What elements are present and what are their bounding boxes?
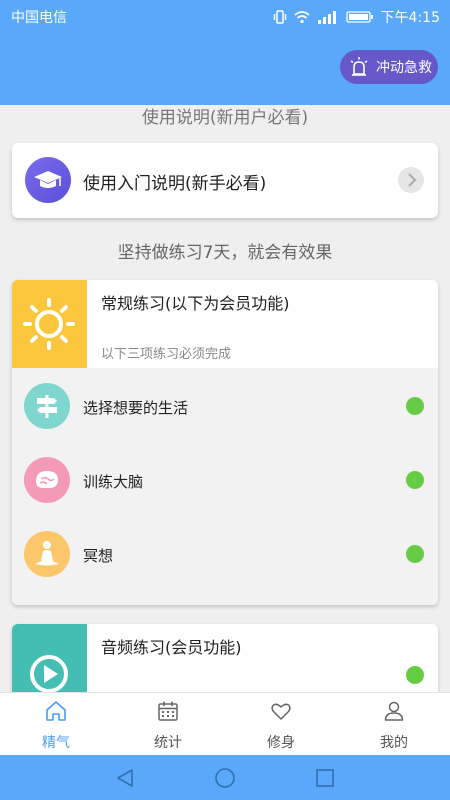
status-icons: 下午4:15 — [273, 7, 440, 27]
completed-indicator — [406, 666, 424, 684]
practice-title: 常规练习(以下为会员功能) — [101, 294, 290, 313]
tab-label: 统计 — [154, 735, 182, 751]
battery-icon — [345, 11, 373, 23]
practice-item-label: 训练大脑 — [83, 473, 144, 491]
play-icon — [12, 624, 87, 692]
completed-indicator — [406, 545, 424, 563]
practice-item-brain-training[interactable]: 训练大脑 — [12, 442, 438, 516]
person-icon — [384, 701, 404, 721]
meditation-icon — [24, 531, 70, 577]
tab-label: 修身 — [267, 735, 295, 751]
tab-label: 精气 — [42, 735, 70, 751]
status-time: 下午4:15 — [380, 10, 440, 26]
alarm-light-icon — [350, 57, 368, 76]
audio-title: 音频练习(会员功能) — [101, 638, 242, 657]
practice-header[interactable]: 常规练习(以下为会员功能) 以下三项练习必须完成 — [12, 280, 438, 368]
regular-practice-card: 常规练习(以下为会员功能) 以下三项练习必须完成 选择想要的生活 训练大脑 冥想 — [12, 280, 438, 605]
brain-icon — [24, 457, 70, 503]
practice-item-meditation[interactable]: 冥想 — [12, 516, 438, 590]
tab-label: 我的 — [380, 735, 408, 751]
audio-practice-card[interactable]: 音频练习(会员功能) — [12, 624, 438, 692]
signal-icon — [317, 11, 336, 24]
home-icon — [46, 701, 66, 721]
vibrate-icon — [273, 10, 286, 24]
carrier-name: 中国电信 — [11, 10, 67, 26]
completed-indicator — [406, 471, 424, 489]
chevron-right-icon — [398, 167, 424, 193]
tab-cultivation[interactable]: 修身 — [225, 693, 337, 756]
calendar-icon — [158, 701, 178, 721]
main-content[interactable]: 使用说明(新用户必看) 使用入门说明(新手必看) 坚持做练习7天，就会有效果 常… — [0, 105, 450, 692]
guide-label: 使用入门说明(新手必看) — [83, 174, 267, 194]
recents-icon[interactable] — [313, 766, 337, 790]
bottom-tab-bar: 精气 统计 修身 我的 — [0, 692, 450, 755]
motto-text: 坚持做练习7天，就会有效果 — [117, 243, 333, 263]
guide-card[interactable]: 使用入门说明(新手必看) — [12, 143, 438, 218]
emergency-button[interactable]: 冲动急救 — [340, 50, 438, 84]
system-nav-bar — [0, 755, 450, 800]
tab-jingqi[interactable]: 精气 — [0, 693, 112, 756]
completed-indicator — [406, 397, 424, 415]
tab-profile[interactable]: 我的 — [338, 693, 450, 756]
emergency-label: 冲动急救 — [376, 60, 432, 76]
tab-statistics[interactable]: 统计 — [112, 693, 224, 756]
practice-list: 选择想要的生活 训练大脑 冥想 — [12, 368, 438, 605]
practice-item-label: 选择想要的生活 — [83, 399, 189, 417]
back-icon[interactable] — [113, 766, 137, 790]
practice-item-choose-life[interactable]: 选择想要的生活 — [12, 368, 438, 442]
heart-icon — [271, 703, 291, 720]
practice-subtitle: 以下三项练习必须完成 — [101, 347, 232, 362]
practice-item-label: 冥想 — [83, 547, 114, 565]
sun-icon — [12, 280, 87, 368]
signpost-icon — [24, 383, 70, 429]
app-header: 冲动急救 — [0, 32, 450, 105]
home-circle-icon[interactable] — [213, 766, 237, 790]
wifi-icon — [294, 11, 310, 24]
status-bar: 中国电信 下午4:15 — [0, 0, 450, 32]
graduation-cap-icon — [25, 157, 71, 203]
usage-hint: 使用说明(新用户必看) — [141, 108, 309, 128]
